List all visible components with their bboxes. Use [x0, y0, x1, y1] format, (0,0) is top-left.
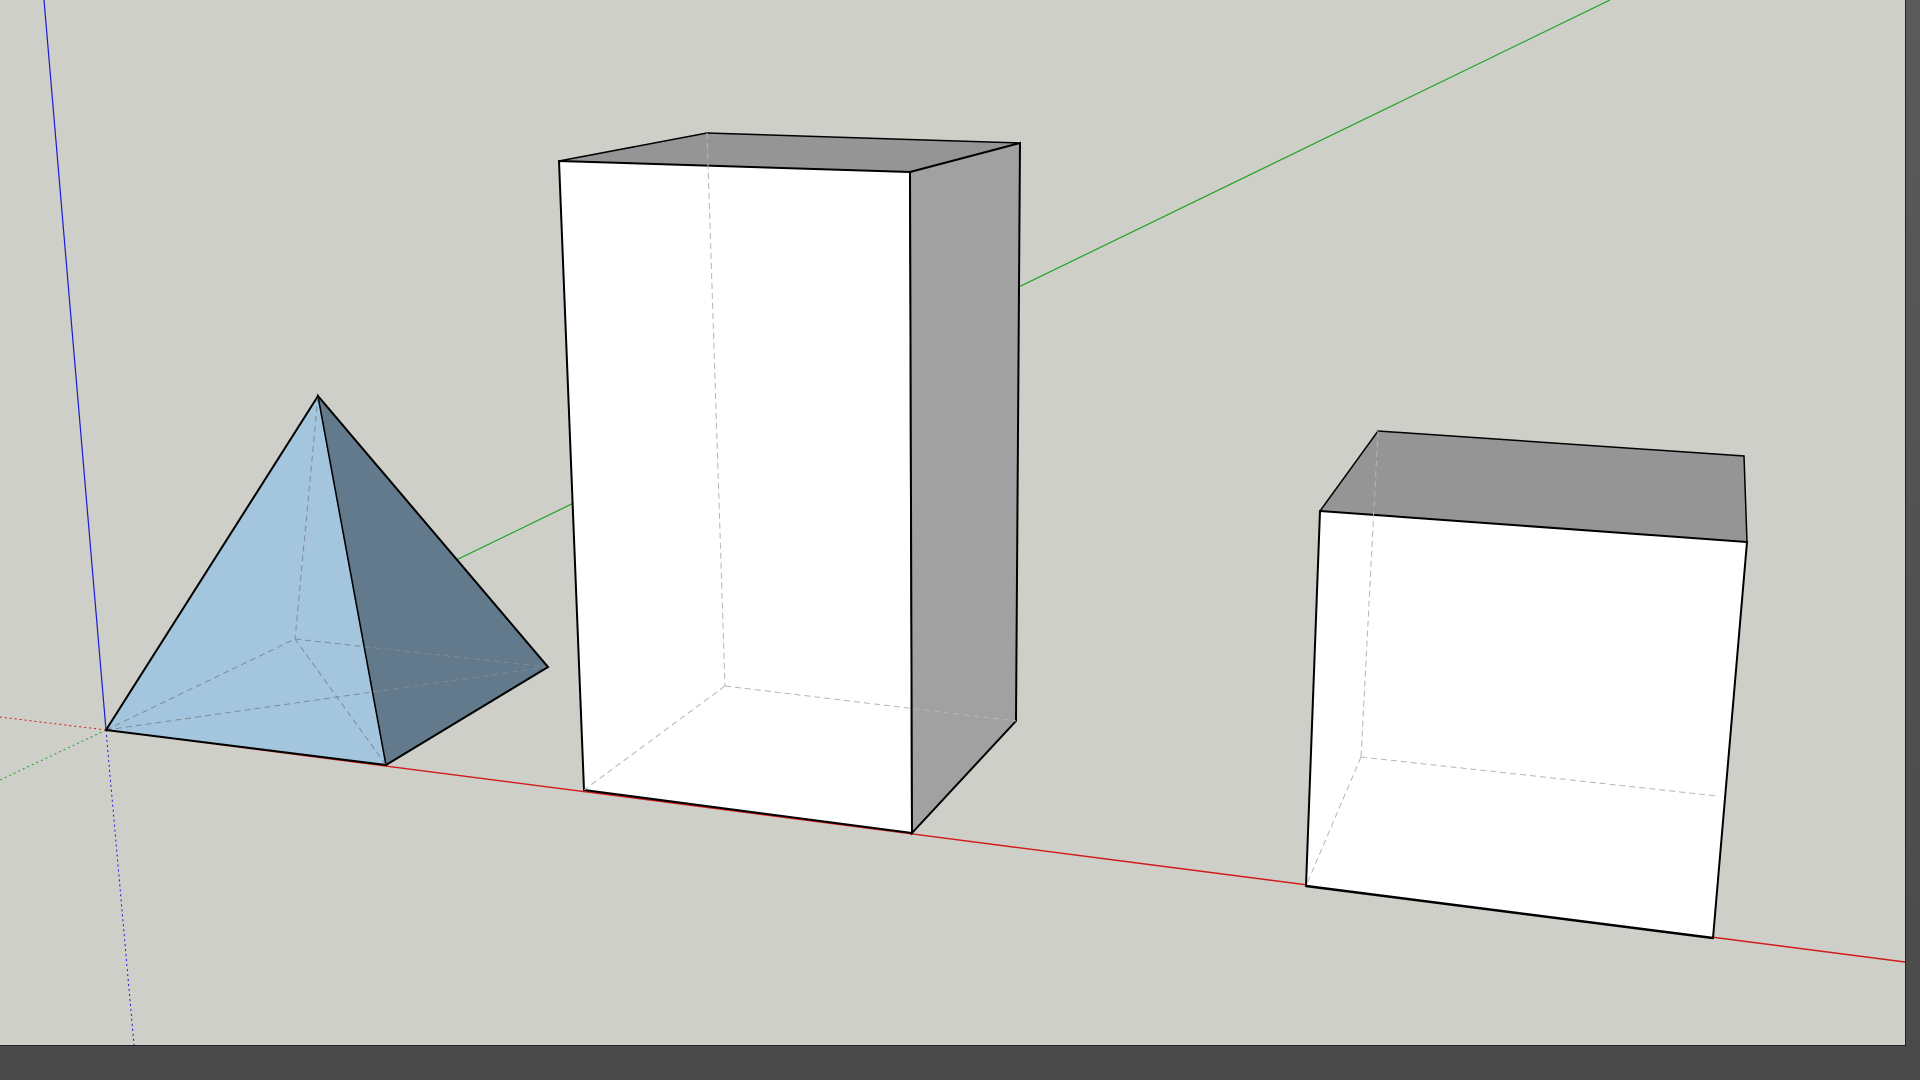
scene-canvas[interactable]: [0, 0, 1905, 1045]
tall-box-object[interactable]: [557, 132, 1022, 836]
red-axis-negative: [0, 716, 107, 731]
blue-axis: [43, 0, 107, 731]
app-window-frame: [0, 0, 1920, 1080]
cube-front-face[interactable]: [1304, 509, 1749, 940]
model-viewport[interactable]: [0, 0, 1906, 1046]
green-axis-negative: [0, 729, 107, 781]
tall-box-front-face[interactable]: [557, 159, 914, 835]
pyramid-object[interactable]: [104, 393, 550, 767]
blue-axis-negative: [105, 729, 135, 1045]
cube-object[interactable]: [1304, 430, 1749, 940]
tall-box-side-face[interactable]: [908, 141, 1022, 836]
